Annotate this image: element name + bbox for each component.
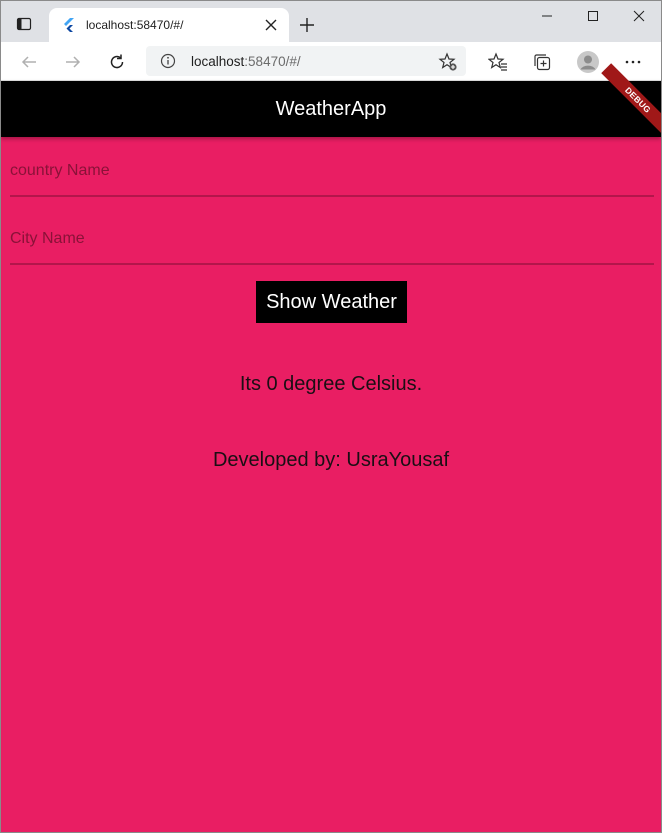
developer-credit-text: Developed by: UsraYousaf <box>212 449 450 471</box>
more-icon[interactable] <box>618 47 648 77</box>
profile-icon[interactable] <box>573 47 603 77</box>
back-arrow-icon[interactable] <box>14 47 44 77</box>
close-icon[interactable] <box>259 13 283 37</box>
show-weather-button[interactable]: Show Weather <box>256 281 407 323</box>
browser-tab[interactable]: localhost:58470/#/ <box>49 8 289 42</box>
tab-bar: localhost:58470/#/ <box>1 1 661 42</box>
minimize-icon[interactable] <box>524 1 570 31</box>
address-bar[interactable]: localhost:58470/#/ <box>146 46 466 76</box>
flutter-icon <box>61 17 77 33</box>
add-favorite-icon[interactable] <box>438 52 458 72</box>
collections-icon[interactable] <box>527 47 557 77</box>
country-name-field[interactable] <box>10 153 654 197</box>
maximize-icon[interactable] <box>570 1 616 31</box>
tab-actions-icon[interactable] <box>11 11 37 37</box>
country-name-input[interactable] <box>10 159 654 183</box>
browser-toolbar: localhost:58470/#/ <box>1 42 661 81</box>
city-name-field[interactable] <box>10 221 654 265</box>
app-bar: WeatherApp DEBUG <box>1 63 661 137</box>
app-title: WeatherApp <box>275 97 387 120</box>
browser-window: localhost:58470/#/ localhost:58470/#/ We… <box>0 0 662 833</box>
plus-icon[interactable] <box>295 13 319 37</box>
favorites-icon[interactable] <box>483 47 513 77</box>
reload-icon[interactable] <box>102 47 132 77</box>
url-path: :58470/#/ <box>244 53 301 69</box>
tab-title: localhost:58470/#/ <box>86 18 184 32</box>
app-viewport: WeatherApp DEBUG Show Weather Its 0 degr… <box>1 63 661 832</box>
forward-arrow-icon[interactable] <box>58 47 88 77</box>
info-icon[interactable] <box>159 52 177 70</box>
temperature-result-text: Its 0 degree Celsius. <box>239 373 423 395</box>
window-close-icon[interactable] <box>616 1 661 31</box>
url-text[interactable]: localhost:58470/#/ <box>191 54 301 69</box>
url-host: localhost <box>191 53 245 69</box>
city-name-input[interactable] <box>10 227 654 251</box>
